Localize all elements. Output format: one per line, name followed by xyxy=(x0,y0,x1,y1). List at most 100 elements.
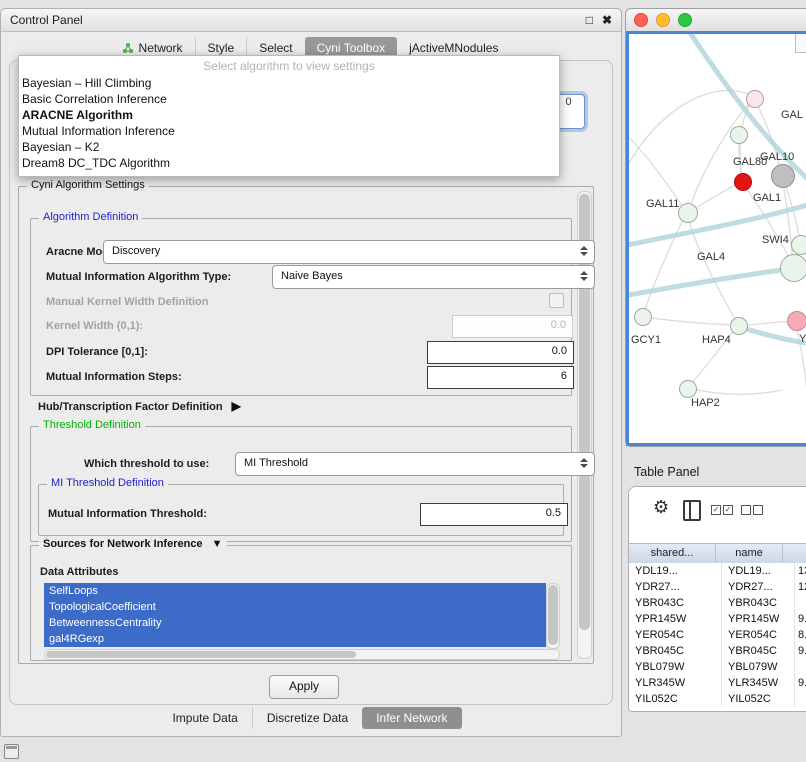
network-node[interactable] xyxy=(634,308,652,326)
gear-icon[interactable]: ⚙ xyxy=(653,497,669,517)
aracne-mode-select[interactable]: Discovery xyxy=(103,240,595,264)
algorithm-definition-title: Algorithm Definition xyxy=(39,211,142,223)
network-node[interactable] xyxy=(787,311,806,331)
dpi-tolerance-field[interactable]: 0.0 xyxy=(427,341,574,364)
hub-section-toggle[interactable]: Hub/Transcription Factor Definition ▶ xyxy=(38,399,241,413)
expand-triangle-icon: ▶ xyxy=(232,399,241,413)
table-body: YDL19...YDL19...13YDR27...YDR27...12YBR0… xyxy=(629,563,806,711)
data-attributes-label: Data Attributes xyxy=(40,566,118,578)
node-label: GAL10 xyxy=(760,151,794,163)
algorithm-option[interactable]: ARACNE Algorithm xyxy=(19,107,559,123)
table-row[interactable]: YBL079WYBL079W xyxy=(629,659,806,675)
network-node[interactable] xyxy=(746,90,764,108)
table-row[interactable]: YBR043CYBR043C xyxy=(629,595,806,611)
dpi-tolerance-label: DPI Tolerance [0,1]: xyxy=(46,346,148,358)
tab-discretize-data[interactable]: Discretize Data xyxy=(252,707,362,729)
algorithm-option[interactable]: Mutual Information Inference xyxy=(19,123,559,139)
combo-arrows-icon xyxy=(580,271,589,281)
manual-kernel-label: Manual Kernel Width Definition xyxy=(46,296,208,308)
network-canvas[interactable]: GALGAL80GAL10GAL11GAL1SWI4GAL4GCY1HAP4YH… xyxy=(629,34,806,443)
table-row[interactable]: YIL052CYIL052C xyxy=(629,691,806,707)
tab-infer-network[interactable]: Infer Network xyxy=(362,707,461,729)
tab-network-label: Network xyxy=(139,41,183,55)
sources-toggle[interactable]: Sources for Network Inference ▼ xyxy=(39,538,227,550)
tab-cyni-toolbox-label: Cyni Toolbox xyxy=(317,41,385,55)
apply-button[interactable]: Apply xyxy=(269,675,339,699)
threshold-definition-title: Threshold Definition xyxy=(39,419,145,431)
columns-icon[interactable] xyxy=(683,500,701,521)
node-label: Y xyxy=(799,333,806,345)
network-node[interactable] xyxy=(734,173,752,191)
table-cell: YDL19... xyxy=(629,563,722,579)
network-node[interactable] xyxy=(679,380,697,398)
select-all-checks-icon[interactable]: ✓✓ xyxy=(711,505,733,515)
settings-frame-title: Cyni Algorithm Settings xyxy=(27,179,149,191)
minimize-traffic-light[interactable] xyxy=(656,13,670,27)
close-window-icon[interactable]: ✖ xyxy=(602,14,612,26)
algorithm-option[interactable]: Dream8 DC_TDC Algorithm xyxy=(19,155,559,171)
zoom-traffic-light[interactable] xyxy=(678,13,692,27)
node-label: GCY1 xyxy=(631,334,661,346)
tab-select-label: Select xyxy=(259,41,292,55)
which-threshold-value: MI Threshold xyxy=(244,457,308,469)
network-node[interactable] xyxy=(678,203,698,223)
float-window-icon[interactable]: □ xyxy=(586,14,593,26)
algorithm-option[interactable]: Basic Correlation Inference xyxy=(19,91,559,107)
column-header-name[interactable]: name xyxy=(716,544,783,563)
table-cell xyxy=(795,595,806,611)
network-node[interactable] xyxy=(730,126,748,144)
collapse-triangle-icon: ▼ xyxy=(212,538,223,550)
algorithm-dropdown-popup: Select algorithm to view settings Bayesi… xyxy=(18,55,560,177)
attribute-list-hscrollbar[interactable] xyxy=(44,649,560,660)
network-window-titlebar xyxy=(626,9,806,32)
table-toolbar: ⚙ ✓✓ xyxy=(629,487,806,541)
node-label: GAL11 xyxy=(646,198,679,210)
table-row[interactable]: YDR27...YDR27...12 xyxy=(629,579,806,595)
algorithm-option[interactable]: Bayesian – K2 xyxy=(19,139,559,155)
manual-kernel-checkbox xyxy=(549,293,564,308)
mi-type-select[interactable]: Naive Bayes xyxy=(272,265,595,289)
which-threshold-label: Which threshold to use: xyxy=(84,458,209,470)
sources-title-label: Sources for Network Inference xyxy=(43,538,203,550)
table-cell: YDR27... xyxy=(722,579,795,595)
table-row[interactable]: YDL19...YDL19...13 xyxy=(629,563,806,579)
attribute-list[interactable]: SelfLoopsTopologicalCoefficientBetweenne… xyxy=(44,583,546,647)
table-cell: 9. xyxy=(795,643,806,659)
tab-impute-data[interactable]: Impute Data xyxy=(158,707,251,729)
network-node[interactable] xyxy=(771,164,795,188)
table-cell: YBL079W xyxy=(629,659,722,675)
table-cell: YBL079W xyxy=(722,659,795,675)
dock-panel-icon[interactable] xyxy=(4,744,19,759)
node-label: GAL1 xyxy=(753,192,781,204)
table-cell: YLR345W xyxy=(722,675,795,691)
table-cell: 8. xyxy=(795,627,806,643)
kernel-width-label: Kernel Width (0,1): xyxy=(46,320,143,332)
network-node[interactable] xyxy=(730,317,748,335)
window-title: Control Panel xyxy=(10,13,83,27)
column-header-cut[interactable] xyxy=(783,544,806,563)
kernel-width-field: 0.0 xyxy=(452,315,573,338)
table-row[interactable]: YBR045CYBR045C9. xyxy=(629,643,806,659)
network-scrollbar-fragment[interactable] xyxy=(795,34,806,53)
network-node[interactable] xyxy=(791,235,806,255)
table-row[interactable]: YER054CYER054C8. xyxy=(629,627,806,643)
attribute-item[interactable]: BetweennessCentrality xyxy=(44,615,546,631)
attribute-item[interactable]: SelfLoops xyxy=(44,583,546,599)
algorithm-list: Bayesian – Hill ClimbingBasic Correlatio… xyxy=(19,75,559,171)
mi-steps-field[interactable]: 6 xyxy=(427,366,574,389)
table-row[interactable]: YPR145WYPR145W9. xyxy=(629,611,806,627)
mi-threshold-field[interactable]: 0.5 xyxy=(420,503,568,526)
algorithm-option[interactable]: Bayesian – Hill Climbing xyxy=(19,75,559,91)
deselect-all-checks-icon[interactable] xyxy=(741,505,763,515)
attribute-item[interactable]: gal4RGexp xyxy=(44,631,546,647)
attribute-item[interactable]: TopologicalCoefficient xyxy=(44,599,546,615)
close-traffic-light[interactable] xyxy=(634,13,648,27)
column-header-shared-name[interactable]: shared... xyxy=(629,544,716,563)
table-panel-title: Table Panel xyxy=(634,465,699,479)
control-panel-titlebar: Control Panel □ ✖ xyxy=(1,9,621,32)
which-threshold-select[interactable]: MI Threshold xyxy=(235,452,595,476)
attribute-list-vscrollbar[interactable] xyxy=(546,583,560,649)
network-node[interactable] xyxy=(780,254,806,282)
table-cell: 9. xyxy=(795,675,806,691)
table-row[interactable]: YLR345WYLR345W9. xyxy=(629,675,806,691)
